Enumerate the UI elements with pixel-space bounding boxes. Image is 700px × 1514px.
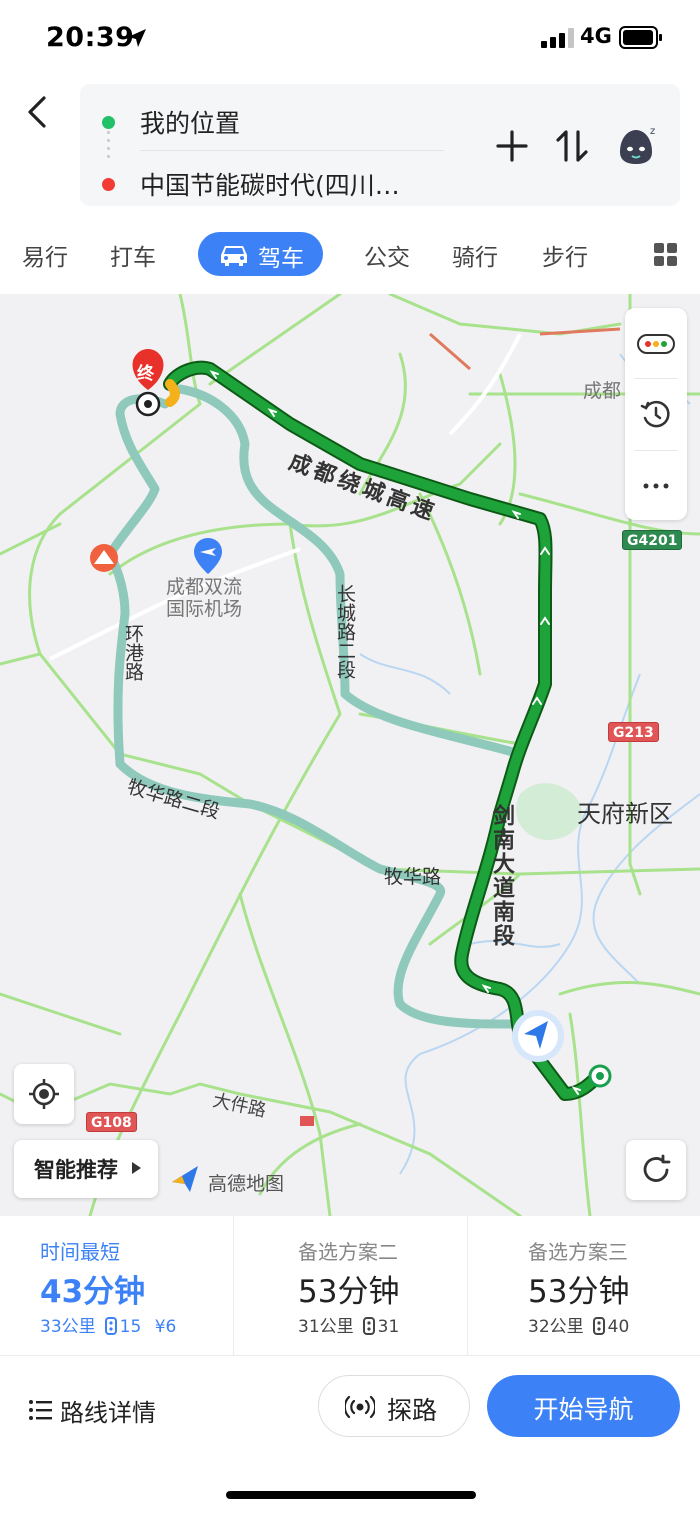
route-info: 32公里 40 [528,1312,629,1337]
traffic-light-count-icon [362,1317,375,1335]
departure-time-button[interactable] [625,380,687,450]
route-distance: 32公里 [528,1317,584,1337]
locate-me-button[interactable] [14,1064,74,1124]
back-arrow-icon[interactable] [22,92,56,132]
route-lights: 31 [377,1317,400,1337]
route-info: 33公里 15 ¥6 [40,1312,176,1337]
route-label: 时间最短 [40,1240,120,1264]
svg-text:z: z [650,126,655,137]
more-options-button[interactable] [625,452,687,522]
list-icon [29,1400,52,1420]
map-view[interactable]: 终 成都双流 国际机场 天府新区 成都 成都绕城高速 剑南大道南段 长城路二段 … [0,294,700,1216]
traffic-light-icon [637,334,675,354]
car-icon [221,246,247,266]
travel-mode-tabs: 易行 打车 驾车 公交 骑行 步行 [0,218,700,294]
route-duration: 53分钟 [298,1274,400,1310]
panel-divider [635,378,677,379]
broadcast-icon [345,1395,375,1419]
road-label-muhua: 牧华路 [384,866,442,888]
battery-icon [619,26,662,49]
road-label-huangang: 环港路 [122,624,144,681]
route-distance: 33公里 [40,1317,96,1337]
ellipsis-icon [643,483,669,489]
route-cost: ¥6 [154,1317,177,1337]
status-time: 20:39 [46,22,135,53]
refresh-icon [643,1154,671,1182]
route-option-3[interactable]: 备选方案三 53分钟 32公里 40 [468,1216,700,1356]
road-label-jiannan-avenue: 剑南大道南段 [489,804,514,948]
route-duration: 53分钟 [528,1274,630,1310]
swap-direction-icon[interactable] [552,126,592,166]
address-box: 我的位置 中国节能碳时代(四川… z [80,84,680,206]
tab-drive[interactable]: 驾车 [198,232,323,276]
route-option-2[interactable]: 备选方案二 53分钟 31公里 31 [234,1216,467,1356]
route-duration: 43分钟 [40,1274,146,1310]
start-navigation-label: 开始导航 [533,1395,634,1424]
start-dot-icon [102,116,115,129]
route-lights: 40 [607,1317,630,1337]
more-modes-grid-icon[interactable] [653,242,679,268]
assistant-robot-icon[interactable]: z [612,122,662,168]
bottom-action-bar: 路线详情 探路 开始导航 [0,1357,700,1514]
map-controls-panel [625,308,687,520]
tab-bike[interactable]: 骑行 [452,238,498,272]
home-indicator [226,1491,476,1499]
refresh-route-button[interactable] [626,1140,686,1200]
signal-strength-icon [541,28,574,48]
tab-walk[interactable]: 步行 [542,238,588,272]
tab-bus[interactable]: 公交 [364,238,410,272]
clock-icon [640,400,670,428]
map-canvas: 终 [0,294,700,1216]
end-dot-icon [102,178,115,191]
airport-label-line2: 国际机场 [166,598,243,620]
start-location-field[interactable]: 我的位置 [80,96,460,146]
start-location-text: 我的位置 [140,109,241,138]
route-lights: 15 [119,1317,142,1337]
tianfu-district-label: 天府新区 [577,800,673,828]
end-marker-text: 终 [137,363,155,384]
smart-recommend-button[interactable]: 智能推荐 [14,1140,158,1198]
tab-drive-label: 驾车 [258,246,304,272]
traffic-light-count-icon [592,1317,605,1335]
route-options: 时间最短 43分钟 33公里 15 ¥6 备选方案二 53分钟 31公里 31 备选… [0,1216,700,1356]
panel-divider [635,450,677,451]
location-services-icon [128,29,146,47]
route-option-fastest[interactable]: 时间最短 43分钟 33公里 15 ¥6 [0,1216,233,1356]
chengdu-label: 成都 [583,380,622,402]
route-details-label: 路线详情 [60,1399,156,1427]
probe-route-label: 探路 [387,1396,438,1425]
route-distance: 31公里 [298,1317,354,1337]
shield-g4201: G4201 [622,530,683,550]
crosshair-icon [29,1079,59,1109]
route-header: 我的位置 中国节能碳时代(四川… z [0,76,700,218]
address-divider [140,150,444,151]
destination-field[interactable]: 中国节能碳时代(四川… [80,158,460,208]
traffic-layer-button[interactable] [625,308,687,378]
amap-logo-text: 高德地图 [208,1173,285,1195]
route-label: 备选方案三 [528,1240,628,1264]
amap-logo-icon [172,1166,198,1192]
tab-easy-travel[interactable]: 易行 [22,238,68,272]
add-waypoint-icon[interactable] [492,126,532,166]
shield-g213: G213 [608,722,659,742]
destination-text: 中国节能碳时代(四川… [140,171,400,200]
status-bar: 20:39 4G [0,0,700,76]
tab-taxi[interactable]: 打车 [110,238,156,272]
shield-g108: G108 [86,1112,137,1132]
probe-route-button[interactable]: 探路 [318,1375,470,1437]
network-type: 4G [580,24,612,48]
start-navigation-button[interactable]: 开始导航 [487,1375,680,1437]
route-info: 31公里 31 [298,1312,399,1337]
smart-recommend-label: 智能推荐 [34,1158,118,1182]
traffic-light-count-icon [104,1317,117,1335]
route-label: 备选方案二 [298,1240,398,1264]
road-label-changcheng: 长城路二段 [334,584,356,679]
amap-logo: 高德地图 [170,1164,284,1198]
triangle-right-icon [132,1162,141,1174]
